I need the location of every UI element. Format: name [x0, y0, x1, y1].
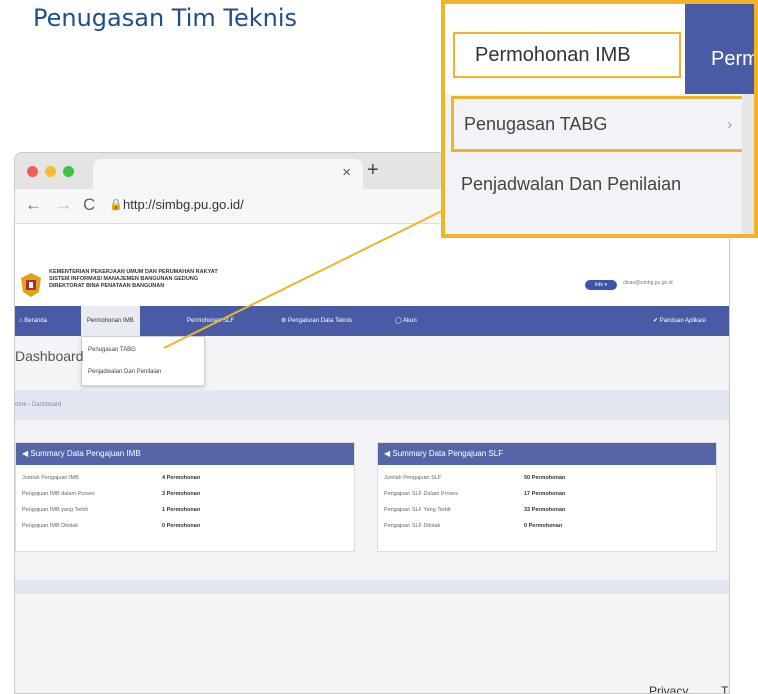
dashboard-title: Dashboard [15, 348, 84, 364]
table-row: Jumlah Pengajuan IMB 4 Permohonan [22, 475, 201, 481]
footer-bar [15, 580, 729, 594]
zoom-callout: Perm Permohonan IMB Penugasan TABG › Pen… [441, 0, 758, 238]
card-slf-title: ◀ Summary Data Pengajuan SLF [378, 443, 716, 465]
card-summary-imb: ◀ Summary Data Pengajuan IMB Jumlah Peng… [15, 442, 355, 552]
page-title: Penugasan Tim Teknis [33, 4, 298, 32]
card-imb-title: ◀ Summary Data Pengajuan IMB [16, 443, 354, 465]
card-summary-slf: ◀ Summary Data Pengajuan SLF Jumlah Peng… [377, 442, 717, 552]
breadcrumb[interactable]: ome › Dashboard [15, 402, 61, 408]
nav-akun[interactable]: ◯ Akun [395, 306, 417, 336]
table-row: Pengajuan SLF Yang Terbit 33 Permohonan [384, 507, 566, 513]
breadcrumb-bar: ome › Dashboard [15, 390, 729, 420]
table-row: Pengajuan IMB Ditolak 0 Permohonan [22, 523, 201, 529]
web-content: KEMENTERIAN PEKERJAAN UMUM DAN PERUMAHAN… [15, 224, 729, 693]
forward-icon[interactable]: → [55, 195, 72, 215]
chevron-right-icon: › [727, 116, 732, 132]
close-window-dot[interactable] [27, 166, 38, 177]
browser-tab[interactable]: × [93, 159, 363, 189]
address-bar[interactable]: http://simbg.pu.go.id/ [123, 197, 244, 212]
footer-privacy-link[interactable]: Privacy [649, 684, 688, 693]
ministry-logo-icon [21, 273, 41, 297]
nav-pengaturan[interactable]: ⚙ Pengaturan Data Teknis [281, 306, 352, 336]
zoom-item-penjadwalan[interactable]: Penjadwalan Dan Penilaian [461, 174, 681, 195]
user-badge[interactable]: Info ▾ [585, 280, 617, 290]
new-tab-button[interactable]: + [367, 159, 379, 182]
ministry-name: KEMENTERIAN PEKERJAAN UMUM DAN PERUMAHAN… [49, 269, 218, 289]
zoom-permohonan-imb-button[interactable]: Permohonan IMB [453, 32, 681, 78]
table-row: Pengajuan SLF Ditolak 0 Permohonan [384, 523, 563, 529]
footer-terms-link[interactable]: T [721, 684, 728, 693]
maximize-window-dot[interactable] [63, 166, 74, 177]
imb-dropdown-menu: Penugasan TABG Penjadwalan Dan Penilaian [81, 336, 205, 386]
nav-permohonan-imb[interactable]: Permohonan IMB [81, 306, 140, 336]
main-navbar: ⌂ Beranda Permohonan IMB Permohonan SLF … [15, 306, 729, 336]
table-row: Jumlah Pengajuan SLF 50 Permohonan [384, 475, 566, 481]
back-icon[interactable]: ← [25, 195, 42, 215]
dropdown-item-penjadwalan[interactable]: Penjadwalan Dan Penilaian [88, 369, 161, 375]
minimize-window-dot[interactable] [45, 166, 56, 177]
dropdown-item-penugasan-tabg[interactable]: Penugasan TABG [88, 347, 136, 353]
reload-icon[interactable]: C [83, 195, 95, 215]
close-tab-icon[interactable]: × [342, 164, 351, 181]
table-row: Pengajuan IMB yang Terbit 1 Permohonan [22, 507, 201, 513]
user-email: dinas@simbg.pu.go.id [623, 280, 673, 286]
table-row: Pengajuan IMB dalam Proses 3 Permohonan [22, 491, 201, 497]
zoom-scrollbar[interactable] [742, 94, 754, 234]
nav-permohonan-slf[interactable]: Permohonan SLF [187, 306, 234, 336]
nav-beranda[interactable]: ⌂ Beranda [19, 306, 47, 336]
zoom-item-penugasan-tabg[interactable]: Penugasan TABG › [451, 96, 749, 152]
lock-icon: 🔒 [109, 199, 123, 211]
zoom-nav-next[interactable]: Perm [685, 4, 754, 94]
table-row: Pengajuan SLF Dalam Proses 17 Permohonan [384, 491, 566, 497]
nav-panduan[interactable]: ✔ Panduan Aplikasi [653, 306, 706, 336]
